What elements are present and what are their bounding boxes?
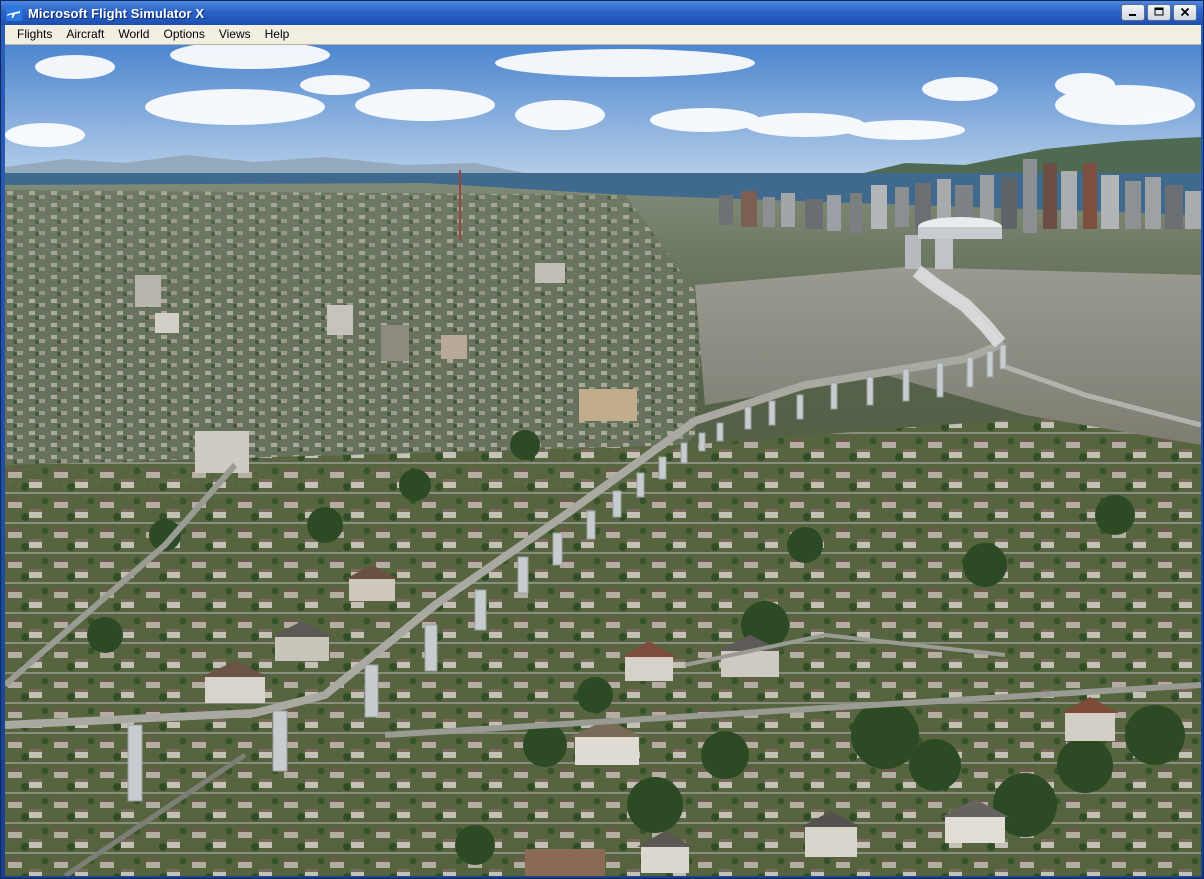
menu-bar: Flights Aircraft World Options Views Hel… xyxy=(5,25,1201,45)
title-bar[interactable]: Microsoft Flight Simulator X xyxy=(1,1,1203,25)
menu-aircraft[interactable]: Aircraft xyxy=(59,25,111,44)
menu-help[interactable]: Help xyxy=(258,25,297,44)
close-button[interactable] xyxy=(1173,4,1197,21)
maximize-button[interactable] xyxy=(1147,4,1171,21)
scenery-view xyxy=(5,45,1201,876)
menu-flights[interactable]: Flights xyxy=(5,25,59,44)
window-title: Microsoft Flight Simulator X xyxy=(28,5,205,21)
application-window: Microsoft Flight Simulator X Flights Air… xyxy=(0,0,1204,879)
simulator-viewport[interactable] xyxy=(5,45,1201,876)
menu-options[interactable]: Options xyxy=(156,25,211,44)
menu-views[interactable]: Views xyxy=(212,25,258,44)
minimize-button[interactable] xyxy=(1121,4,1145,21)
airplane-icon xyxy=(6,5,22,21)
menu-world[interactable]: World xyxy=(111,25,156,44)
close-icon xyxy=(1180,5,1190,20)
maximize-icon xyxy=(1154,5,1164,20)
minimize-icon xyxy=(1128,5,1138,20)
